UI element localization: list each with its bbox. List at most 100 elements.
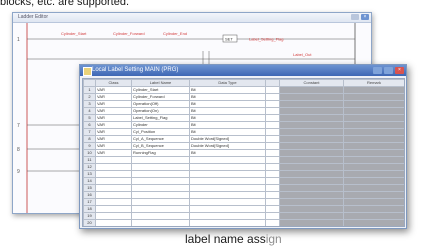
label-name-cell[interactable]	[131, 156, 190, 164]
table-row[interactable]: 4 VAR Operation(On) Bit	[83, 107, 404, 115]
constant-cell[interactable]	[279, 128, 344, 136]
label-name-cell[interactable]: Cyl_B_Sequence	[131, 142, 190, 150]
remark-cell[interactable]	[343, 198, 404, 206]
constant-cell[interactable]	[279, 191, 344, 199]
remark-cell[interactable]	[343, 93, 404, 101]
column-header[interactable]: Class	[95, 79, 132, 87]
class-cell[interactable]	[95, 163, 132, 171]
remark-cell[interactable]	[343, 142, 404, 150]
constant-cell[interactable]	[279, 219, 344, 226]
column-header[interactable]: Constant	[279, 79, 344, 87]
data-type-cell[interactable]: Bit	[189, 114, 266, 122]
data-type-cell[interactable]	[189, 163, 266, 171]
data-type-cell[interactable]: Double Word[Signed]	[189, 135, 266, 143]
label-name-cell[interactable]	[131, 219, 190, 226]
minimize-icon[interactable]	[351, 14, 359, 20]
browse-cell[interactable]	[265, 198, 280, 206]
table-row[interactable]: 7 VAR Cyl_Position Bit	[83, 128, 404, 136]
constant-cell[interactable]	[279, 198, 344, 206]
class-cell[interactable]: VAR	[95, 142, 132, 150]
data-type-cell[interactable]: Bit	[189, 107, 266, 115]
constant-cell[interactable]	[279, 170, 344, 178]
label-name-cell[interactable]	[131, 170, 190, 178]
data-type-cell[interactable]	[189, 198, 266, 206]
column-header[interactable]: Remark	[343, 79, 404, 87]
label-name-cell[interactable]	[131, 198, 190, 206]
class-cell[interactable]	[95, 170, 132, 178]
constant-cell[interactable]	[279, 93, 344, 101]
label-name-cell[interactable]	[131, 212, 190, 220]
remark-cell[interactable]	[343, 191, 404, 199]
table-row[interactable]: 14	[83, 177, 404, 185]
table-row[interactable]: 15	[83, 184, 404, 192]
browse-cell[interactable]	[265, 86, 280, 94]
remark-cell[interactable]	[343, 219, 404, 226]
column-header[interactable]: Label Name	[131, 79, 190, 87]
constant-cell[interactable]	[279, 107, 344, 115]
constant-cell[interactable]	[279, 184, 344, 192]
remark-cell[interactable]	[343, 86, 404, 94]
label-name-cell[interactable]: Cylinder_Start	[131, 86, 190, 94]
constant-cell[interactable]	[279, 205, 344, 213]
table-row[interactable]: 11	[83, 156, 404, 164]
data-type-cell[interactable]: Double Word[Signed]	[189, 142, 266, 150]
class-cell[interactable]	[95, 205, 132, 213]
table-row[interactable]: 2 VAR Cylinder_Forward Bit	[83, 93, 404, 101]
browse-cell[interactable]	[265, 93, 280, 101]
class-cell[interactable]: VAR	[95, 86, 132, 94]
data-type-cell[interactable]	[189, 205, 266, 213]
label-table[interactable]: Class Label Name Data Type Constant Rema…	[82, 78, 405, 227]
constant-cell[interactable]	[279, 149, 344, 157]
label-name-cell[interactable]: Cyl_Position	[131, 128, 190, 136]
data-type-cell[interactable]	[189, 212, 266, 220]
class-cell[interactable]	[95, 219, 132, 226]
table-row[interactable]: 17	[83, 198, 404, 206]
table-row[interactable]: 16	[83, 191, 404, 199]
class-cell[interactable]: VAR	[95, 128, 132, 136]
remark-cell[interactable]	[343, 170, 404, 178]
browse-cell[interactable]	[265, 212, 280, 220]
data-type-cell[interactable]	[189, 219, 266, 226]
class-cell[interactable]: VAR	[95, 149, 132, 157]
label-name-cell[interactable]: Operation(On)	[131, 107, 190, 115]
label-name-cell[interactable]: Operation(Off)	[131, 100, 190, 108]
maximize-icon[interactable]	[384, 67, 393, 74]
label-window-titlebar[interactable]: Local Label Setting MAIN (PRG) ×	[80, 65, 406, 76]
data-type-cell[interactable]: Bit	[189, 100, 266, 108]
class-cell[interactable]	[95, 191, 132, 199]
remark-cell[interactable]	[343, 100, 404, 108]
table-row[interactable]: 18	[83, 205, 404, 213]
browse-cell[interactable]	[265, 142, 280, 150]
label-name-cell[interactable]: Cylinder	[131, 121, 190, 129]
data-type-cell[interactable]	[189, 170, 266, 178]
close-icon[interactable]: ×	[395, 67, 404, 74]
label-name-cell[interactable]	[131, 191, 190, 199]
table-row[interactable]: 6 VAR Cylinder Bit	[83, 121, 404, 129]
constant-cell[interactable]	[279, 156, 344, 164]
data-type-cell[interactable]: Bit	[189, 121, 266, 129]
minimize-icon[interactable]	[373, 67, 382, 74]
browse-cell[interactable]	[265, 219, 280, 226]
browse-cell[interactable]	[265, 170, 280, 178]
label-name-cell[interactable]	[131, 205, 190, 213]
browse-cell[interactable]	[265, 163, 280, 171]
label-name-cell[interactable]: Label_Setting_Flag	[131, 114, 190, 122]
browse-cell[interactable]	[265, 184, 280, 192]
remark-cell[interactable]	[343, 205, 404, 213]
remark-cell[interactable]	[343, 128, 404, 136]
browse-cell[interactable]	[265, 100, 280, 108]
constant-cell[interactable]	[279, 86, 344, 94]
label-name-cell[interactable]	[131, 163, 190, 171]
label-name-cell[interactable]: Cyl_A_Sequence	[131, 135, 190, 143]
browse-cell[interactable]	[265, 156, 280, 164]
remark-cell[interactable]	[343, 114, 404, 122]
data-type-cell[interactable]: Bit	[189, 128, 266, 136]
data-type-cell[interactable]: Bit	[189, 93, 266, 101]
column-header[interactable]: Data Type	[189, 79, 266, 87]
class-cell[interactable]: VAR	[95, 135, 132, 143]
browse-cell[interactable]	[265, 128, 280, 136]
ladder-editor-titlebar[interactable]: Ladder Editor ×	[13, 13, 371, 23]
data-type-cell[interactable]	[189, 184, 266, 192]
remark-cell[interactable]	[343, 107, 404, 115]
data-type-cell[interactable]: Bit	[189, 149, 266, 157]
